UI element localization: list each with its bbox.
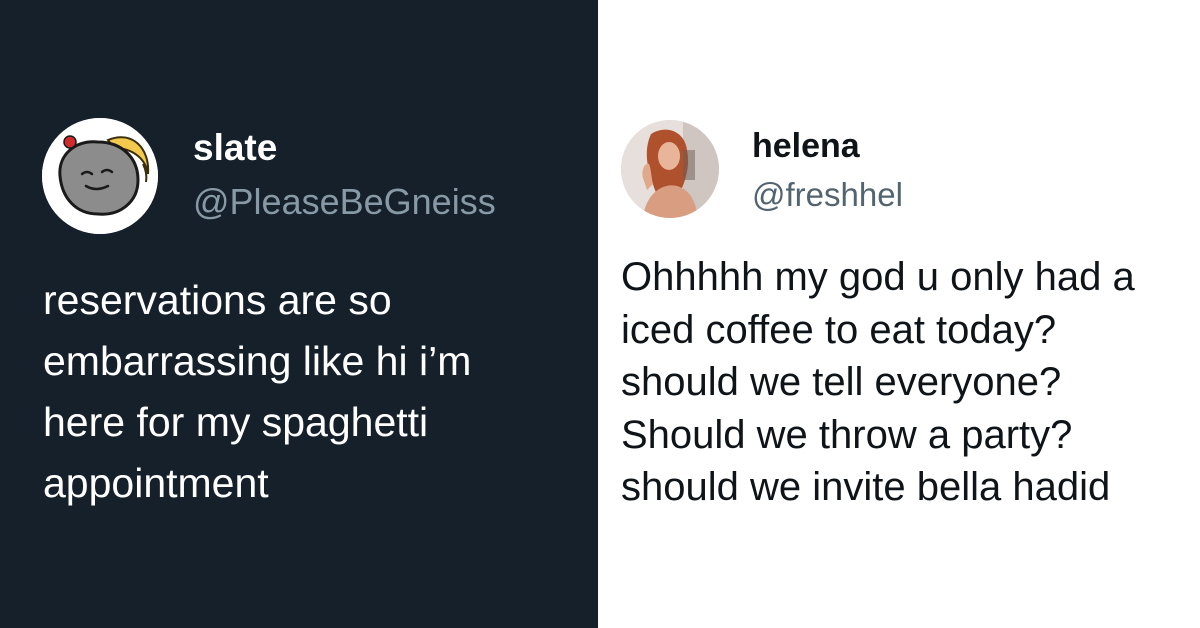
display-name[interactable]: helena [752, 125, 860, 167]
profile-photo-avatar-icon[interactable] [621, 120, 719, 218]
tweet-text: reservations are so embarrassing like hi… [43, 277, 472, 506]
tweet-text: Ohhhhh my god u only had a iced coffee t… [621, 255, 1135, 509]
user-handle[interactable]: @freshhel [752, 174, 903, 216]
tweet-card-helena: helena @freshhel Ohhhhh my god u only ha… [598, 0, 1200, 628]
rock-with-banana-avatar-icon[interactable] [42, 118, 158, 234]
display-name[interactable]: slate [193, 126, 277, 170]
user-handle[interactable]: @PleaseBeGneiss [193, 180, 496, 224]
tweet-card-slate: slate @PleaseBeGneiss reservations are s… [0, 0, 598, 628]
